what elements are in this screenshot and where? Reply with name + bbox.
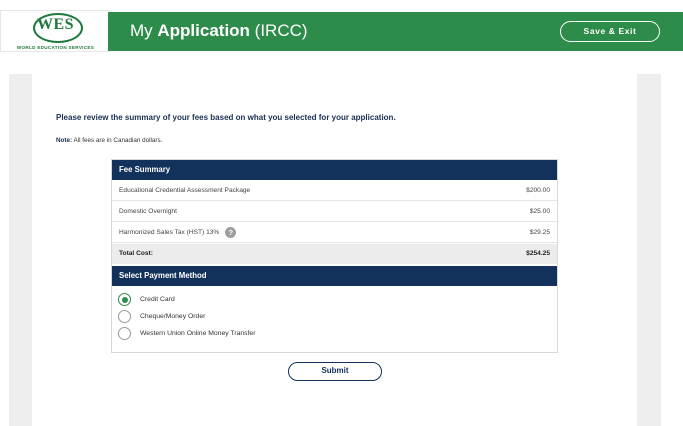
title-prefix: My (130, 21, 158, 40)
wes-logo[interactable]: WES WORLD EDUCATION SERVICES (0, 10, 110, 52)
fee-amount: $200.00 (526, 187, 550, 194)
tax-label: Harmonized Sales Tax (HST) 13% (119, 229, 220, 236)
radio-unchecked-icon[interactable] (118, 310, 131, 323)
title-suffix: (IRCC) (249, 21, 308, 40)
fee-amount: $29.25 (529, 229, 550, 236)
fee-label: Educational Credential Assessment Packag… (119, 187, 251, 194)
intro-text: Please review the summary of your fees b… (56, 113, 396, 122)
payment-option-label: Western Union Online Money Transfer (140, 330, 256, 337)
title-bold: Application (157, 21, 250, 40)
logo-text: WES (36, 16, 75, 33)
radio-unchecked-icon[interactable] (118, 327, 131, 340)
fee-label: Harmonized Sales Tax (HST) 13%? (119, 222, 237, 243)
fee-amount: $25.00 (529, 208, 550, 215)
fee-row-tax: Harmonized Sales Tax (HST) 13%? $29.25 (112, 222, 557, 243)
radio-checked-icon[interactable] (118, 293, 131, 306)
fee-summary-heading: Fee Summary (112, 160, 557, 180)
page-title: My Application (IRCC) (130, 21, 308, 41)
fee-summary-card: Fee Summary Educational Credential Asses… (111, 159, 558, 353)
note-label: Note: (56, 137, 73, 144)
title-bar: My Application (IRCC) Save & Exit (108, 12, 683, 51)
total-label: Total Cost: (119, 250, 153, 257)
help-icon[interactable]: ? (225, 226, 237, 238)
fee-row-shipping: Domestic Overnight $25.00 (112, 201, 557, 222)
total-amount: $254.25 (526, 250, 550, 257)
payment-option-label: Credit Card (140, 296, 175, 303)
header: WES WORLD EDUCATION SERVICES My Applicat… (0, 0, 683, 52)
logo-subtext: WORLD EDUCATION SERVICES (16, 45, 95, 50)
note-text: All fees are in Canadian dollars. (72, 137, 163, 144)
payment-option-label: Cheque/Money Order (140, 313, 206, 320)
total-row: Total Cost: $254.25 (112, 244, 557, 264)
save-exit-button[interactable]: Save & Exit (560, 21, 660, 42)
payment-method-heading: Select Payment Method (112, 266, 557, 286)
fee-row-package: Educational Credential Assessment Packag… (112, 180, 557, 201)
submit-button[interactable]: Submit (288, 362, 382, 381)
fee-label: Domestic Overnight (119, 208, 177, 215)
currency-note: Note: All fees are in Canadian dollars. (56, 137, 162, 144)
